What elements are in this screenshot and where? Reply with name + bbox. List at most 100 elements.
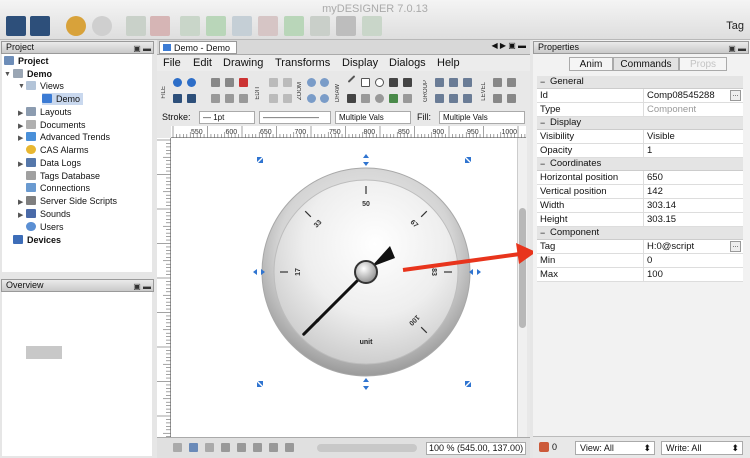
print-icon[interactable] [336, 16, 356, 36]
property-row[interactable]: Min 0 [537, 254, 743, 268]
scroll-thumb[interactable] [519, 208, 526, 328]
resize-handle-sw[interactable] [257, 381, 263, 387]
property-row[interactable]: Height 303.15 [537, 213, 743, 227]
property-value[interactable]: 650 [643, 171, 743, 184]
duplicate-icon[interactable] [225, 94, 234, 103]
circle-tool-icon[interactable] [375, 94, 384, 103]
property-value[interactable]: Visible [643, 130, 743, 143]
save-all-icon[interactable] [187, 94, 196, 103]
line-tool-icon[interactable] [347, 75, 356, 83]
cut-icon[interactable] [211, 78, 220, 87]
property-value[interactable]: 303.14 [643, 199, 743, 212]
tree-item-server-side-scripts[interactable]: Server Side Scripts [26, 195, 117, 207]
tree-item-documents[interactable]: Documents [26, 119, 86, 131]
fit-icon[interactable] [283, 78, 292, 87]
tab-props[interactable]: Props [679, 57, 727, 71]
tree-item-cas-alarms[interactable]: CAS Alarms [26, 144, 89, 156]
paste-icon[interactable] [211, 94, 220, 103]
text-tool-icon[interactable] [403, 78, 412, 87]
snap-icon[interactable] [173, 443, 182, 452]
align-center-icon[interactable] [449, 94, 458, 103]
menu-drawing[interactable]: Drawing [223, 57, 263, 69]
collapse-arrow-icon[interactable]: ▼ [4, 71, 11, 78]
grid-icon[interactable] [269, 94, 278, 103]
write-filter-select[interactable]: Write: All ⬍ [661, 441, 743, 455]
tab-anim[interactable]: Anim [569, 57, 613, 71]
expand-arrow-icon[interactable]: ▶ [18, 198, 23, 206]
menu-file[interactable]: File [163, 57, 181, 69]
layers-icon[interactable] [189, 443, 198, 452]
edit-value-button[interactable]: ... [730, 241, 741, 252]
resize-handle-ne[interactable] [465, 157, 471, 163]
bring-front-icon[interactable] [493, 78, 502, 87]
pointer-tool-icon[interactable] [347, 94, 356, 103]
property-value[interactable]: 303.15 [643, 213, 743, 226]
expand-arrow-icon[interactable]: ▶ [18, 122, 23, 130]
panel-controls-icon[interactable]: ▣ ▬ [133, 43, 151, 54]
tag-button[interactable]: Tag [726, 20, 744, 32]
rulers-icon[interactable] [205, 443, 214, 452]
align-icon[interactable] [463, 78, 472, 87]
tree-item-data-logs[interactable]: Data Logs [26, 157, 81, 169]
overview-viewport[interactable] [26, 346, 62, 359]
align-left-icon[interactable] [435, 94, 444, 103]
expand-arrow-icon[interactable]: ▶ [18, 109, 23, 117]
tree-item-demo-view[interactable]: Demo [42, 93, 84, 105]
save-icon[interactable] [6, 16, 26, 36]
property-row[interactable]: Tag H:0@script... [537, 240, 743, 254]
add-window-icon[interactable] [206, 16, 226, 36]
add-page-icon[interactable] [284, 16, 304, 36]
angle-icon[interactable] [253, 443, 262, 452]
property-row[interactable]: Visibility Visible [537, 130, 743, 144]
resize-handle-nw[interactable] [257, 157, 263, 163]
section-coordinates[interactable]: Coordinates [537, 158, 743, 171]
guides-icon[interactable] [283, 94, 292, 103]
expand-arrow-icon[interactable]: ▶ [18, 160, 23, 168]
component-tool-icon[interactable] [403, 94, 412, 103]
property-row[interactable]: Horizontal position 650 [537, 171, 743, 185]
panel-controls-icon[interactable]: ▣ ▬ [728, 43, 746, 54]
tree-item-demo[interactable]: Demo [13, 68, 52, 80]
copy-view-icon[interactable] [126, 16, 146, 36]
menu-help[interactable]: Help [437, 57, 460, 69]
image-tool-icon[interactable] [389, 94, 398, 103]
property-value[interactable]: Comp08545288 [643, 89, 743, 102]
collapse-arrow-icon[interactable]: ▼ [18, 83, 25, 90]
polygon-tool-icon[interactable] [389, 78, 398, 87]
copy-icon[interactable] [225, 78, 234, 87]
remove-window-icon[interactable] [258, 16, 278, 36]
tree-item-sounds[interactable]: Sounds [26, 208, 71, 220]
link-icon[interactable] [285, 443, 294, 452]
property-row[interactable]: Width 303.14 [537, 199, 743, 213]
tree-item-devices[interactable]: Devices [13, 234, 61, 246]
property-row[interactable]: Max 100 [537, 268, 743, 282]
page-icon[interactable] [310, 16, 330, 36]
menu-dialogs[interactable]: Dialogs [389, 57, 426, 69]
menu-display[interactable]: Display [342, 57, 378, 69]
tab-commands[interactable]: Commands [613, 57, 679, 71]
tree-item-tags-database[interactable]: Tags Database [26, 170, 100, 182]
guides-toggle-icon[interactable] [269, 443, 278, 452]
tree-item-layouts[interactable]: Layouts [26, 106, 72, 118]
tree-item-project[interactable]: Project [4, 55, 49, 67]
align-right-icon[interactable] [463, 94, 472, 103]
tree-item-connections[interactable]: Connections [26, 182, 90, 194]
section-general[interactable]: General [537, 76, 743, 89]
section-component[interactable]: Component [537, 227, 743, 240]
canvas-vertical-scrollbar[interactable] [517, 138, 527, 458]
property-value[interactable]: 0 [643, 254, 743, 267]
tab-demo-demo[interactable]: Demo - Demo [159, 41, 237, 54]
property-value[interactable]: 1 [643, 144, 743, 157]
tag-filter-icon[interactable] [539, 442, 549, 452]
bring-forward-icon[interactable] [507, 78, 516, 87]
property-row[interactable]: Opacity 1 [537, 144, 743, 158]
fill-select[interactable]: Multiple Vals [439, 111, 525, 124]
gauge-component[interactable]: 01733506783100 unit [171, 138, 517, 458]
menu-edit[interactable]: Edit [193, 57, 212, 69]
property-value[interactable]: Component [643, 103, 743, 116]
send-back-icon[interactable] [493, 94, 502, 103]
panel-controls-icon[interactable]: ▣ ▬ [133, 281, 151, 292]
zoom-in-icon[interactable] [307, 78, 316, 87]
resize-handle-se[interactable] [465, 381, 471, 387]
property-row[interactable]: Id Comp08545288... [537, 89, 743, 103]
